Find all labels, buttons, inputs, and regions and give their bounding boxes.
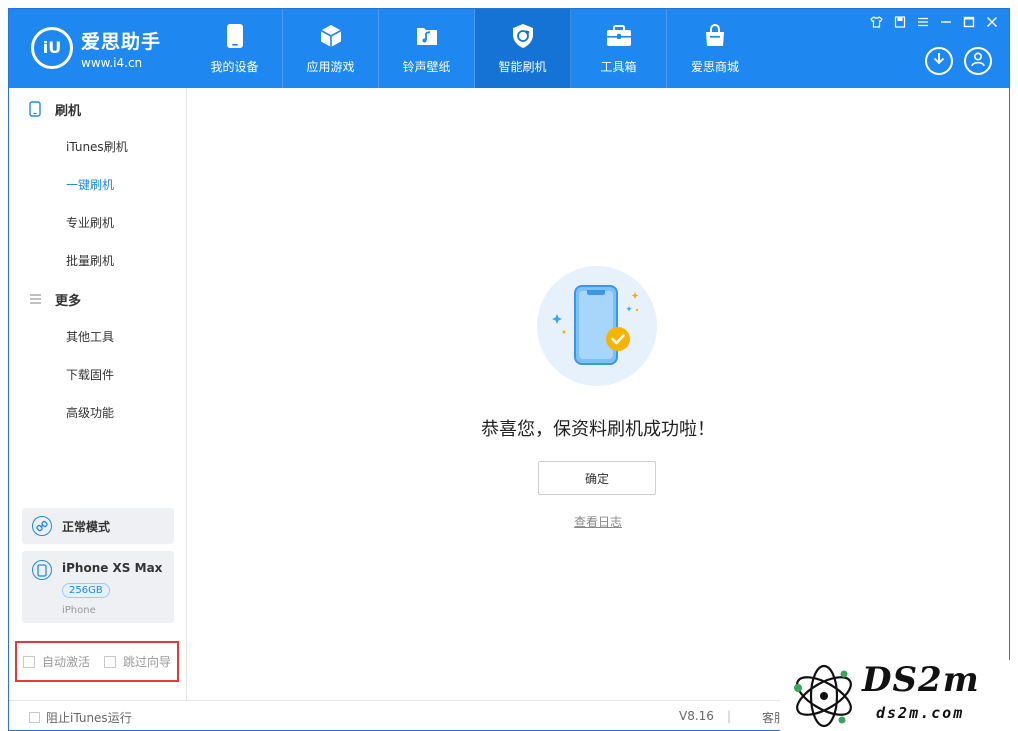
flash-options-highlight: 自动激活 跳过向导 [15,641,179,682]
checkbox-label: 跳过向导 [123,655,172,669]
nav-apps-games[interactable]: 应用游戏 [283,9,379,88]
watermark-logo: DS2m ds2m.com [780,660,1016,731]
success-message: 恭喜您，保资料刷机成功啦！ [481,419,715,440]
menu-lines-icon [27,291,43,307]
close-icon[interactable] [984,16,999,32]
main-content: 恭喜您，保资料刷机成功啦！ 确定 查看日志 [187,88,1009,700]
top-header: iU 爱思助手 www.i4.cn 我的设备 应用游戏 铃声壁纸 智能刷机 工具… [9,9,1009,88]
version-label: V8.16 [679,709,714,723]
sidebar-section-label: 刷机 [55,103,82,119]
block-itunes-checkbox[interactable]: 阻止iTunes运行 [29,709,132,726]
user-account-button[interactable] [964,47,992,75]
device-mode-label: 正常模式 [62,519,111,534]
nav-label: 工具箱 [600,60,637,74]
sidebar-item-itunes-flash[interactable]: iTunes刷机 [9,128,186,166]
checkbox-box[interactable] [23,655,35,668]
nav-label: 智能刷机 [498,60,547,74]
flash-success-illustration [537,266,657,386]
link-icon [32,516,52,536]
sidebar-item-download-firmware[interactable]: 下载固件 [9,356,186,394]
download-icon [932,51,946,71]
checkbox-label: 自动激活 [42,655,91,669]
sidebar: 刷机 iTunes刷机 一键刷机 专业刷机 批量刷机 更多 其他工具 下载固件 … [9,88,187,700]
app-window: iU 爱思助手 www.i4.cn 我的设备 应用游戏 铃声壁纸 智能刷机 工具… [8,8,1010,731]
minimize-icon[interactable] [938,16,953,32]
checkbox-box[interactable] [104,655,117,668]
nav-label: 爱思商城 [690,60,739,74]
device-type: iPhone [62,605,96,616]
nav-i4-store[interactable]: 爱思商城 [667,9,763,88]
nav-toolbox[interactable]: 工具箱 [571,9,667,88]
nav-label: 铃声壁纸 [402,60,451,74]
note-icon[interactable] [892,16,907,32]
cube-icon [318,23,344,49]
brand-name: 爱思助手 [81,31,162,53]
sidebar-item-advanced[interactable]: 高级功能 [9,394,186,432]
nav-my-device[interactable]: 我的设备 [187,9,283,88]
sidebar-item-pro-flash[interactable]: 专业刷机 [9,204,186,242]
nav-ringtones-wallpapers[interactable]: 铃声壁纸 [379,9,475,88]
device-name: iPhone XS Max [62,561,163,575]
shirt-icon[interactable] [869,16,884,32]
sidebar-item-other-tools[interactable]: 其他工具 [9,318,186,356]
atom-icon [794,664,852,728]
watermark-subtitle: ds2m.com [876,704,965,722]
maximize-icon[interactable] [961,16,976,32]
brand: 爱思助手 www.i4.cn [81,27,161,70]
refresh-shield-icon [510,23,536,49]
view-log-link[interactable]: 查看日志 [187,513,1009,530]
checkbox-box[interactable] [29,712,40,723]
phone-icon [222,23,248,49]
sidebar-item-batch-flash[interactable]: 批量刷机 [9,242,186,280]
menu-icon[interactable] [915,16,930,32]
nav-label: 我的设备 [210,60,259,74]
sidebar-item-one-click-flash[interactable]: 一键刷机 [9,166,186,204]
app-logo: iU [31,27,73,69]
checkbox-label: 阻止iTunes运行 [46,711,132,725]
device-mode-card: 正常模式 [22,508,174,544]
download-button[interactable] [925,47,953,75]
toolbox-icon [606,23,632,49]
sidebar-section-more: 更多 [9,280,186,318]
device-card[interactable]: iPhone XS Max 256GB iPhone [22,551,174,623]
confirm-button[interactable]: 确定 [538,461,656,495]
sidebar-section-flash: 刷机 [9,90,186,128]
user-icon [970,51,986,71]
device-capacity-badge: 256GB [62,583,110,598]
phone-outline-icon [32,560,52,580]
watermark-title: DS2m [862,660,980,700]
brand-url: www.i4.cn [81,56,143,70]
skip-guide-checkbox[interactable]: 跳过向导 [104,653,171,670]
auto-activate-checkbox[interactable]: 自动激活 [23,653,90,670]
status-separator: | [727,709,732,723]
nav-label: 应用游戏 [306,60,355,74]
phone-outline-icon [27,101,43,117]
music-folder-icon [414,23,440,49]
nav-smart-flash[interactable]: 智能刷机 [475,9,571,88]
sidebar-section-label: 更多 [55,293,82,309]
shopping-bag-icon [702,23,728,49]
main-nav: 我的设备 应用游戏 铃声壁纸 智能刷机 工具箱 爱思商城 [187,9,763,88]
window-controls [869,16,999,32]
